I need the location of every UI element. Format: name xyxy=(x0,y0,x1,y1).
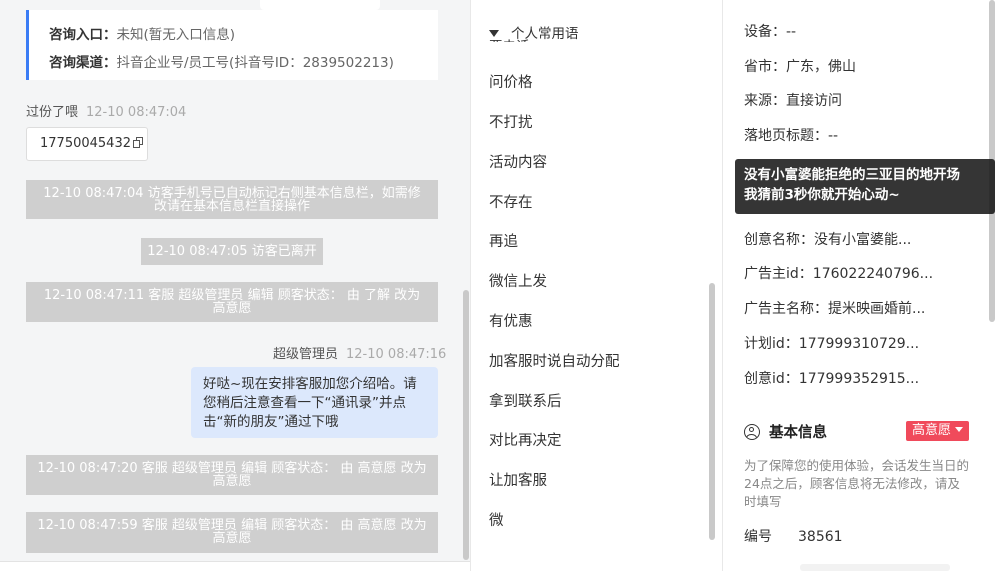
phrase-item[interactable]: 加客服时说自动分配 xyxy=(489,350,620,371)
phrase-item[interactable]: 让加客服 xyxy=(489,469,547,490)
customer-info-panel: 设备：-- 省市：广东，佛山 来源：直接访问 落地页标题：-- 创意名称：没有小… xyxy=(722,0,996,571)
number-value: 38561 xyxy=(798,529,843,545)
source-label: 来源： xyxy=(744,93,786,109)
system-message: 12-10 08:47:59 客服 超级管理员 编辑 顾客状态： 由 高意愿 改… xyxy=(26,512,438,553)
source-row: 来源：直接访问 xyxy=(744,90,842,110)
source-value: 直接访问 xyxy=(786,93,842,109)
creative-name-label: 创意名称： xyxy=(744,232,814,248)
advertiser-name-label: 广告主名称： xyxy=(744,301,828,317)
consult-channel-row: 咨询渠道：抖音企业号/员工号(抖音号ID：2839502213) xyxy=(49,51,394,71)
advertiser-id-label: 广告主id： xyxy=(744,266,813,282)
visitor-time: 12-10 08:47:04 xyxy=(86,105,187,120)
chat-input-edge[interactable] xyxy=(0,561,470,571)
phrases-scrollbar[interactable] xyxy=(709,283,715,540)
consult-channel-label: 咨询渠道： xyxy=(49,55,117,71)
province-value: 广东，佛山 xyxy=(786,59,856,75)
creative-name-tooltip: 没有小富婆能拒绝的三亚目的地开场 我猜前3秒你就开始心动~ xyxy=(735,159,995,214)
user-circle-icon xyxy=(744,424,760,440)
caret-down-icon xyxy=(955,427,964,432)
copy-icon[interactable] xyxy=(132,137,143,148)
number-row: 编号 38561 xyxy=(744,526,843,546)
number-label: 编号 xyxy=(744,529,772,545)
phrase-item[interactable]: 问价格 xyxy=(489,71,533,92)
agent-message-bubble: 好哒~现在安排客服加您介绍哈。请您稍后注意查看一下“通讯录”并点击“新的朋友”通… xyxy=(191,367,438,438)
visitor-name: 过份了喂 xyxy=(26,105,79,120)
consult-channel-value: 抖音企业号/员工号(抖音号ID：2839502213) xyxy=(116,55,394,71)
consult-entry-value: 未知(暂无入口信息) xyxy=(116,27,236,43)
advertiser-id-row: 广告主id：176022240796... xyxy=(744,263,933,283)
device-label: 设备： xyxy=(744,24,786,40)
consult-entry-label: 咨询入口： xyxy=(49,27,117,43)
consult-info-card: 咨询入口：未知(暂无入口信息) 咨询渠道：抖音企业号/员工号(抖音号ID：283… xyxy=(26,10,438,80)
advertiser-id-value[interactable]: 176022240796... xyxy=(813,266,933,282)
tooltip-line: 没有小富婆能拒绝的三亚目的地开场 xyxy=(744,167,960,183)
phrase-item[interactable]: 不打扰 xyxy=(489,111,533,132)
phone-message[interactable]: 17750045432 xyxy=(26,127,148,161)
phrase-group-title: 个人常用语 xyxy=(511,26,579,42)
phrase-item[interactable]: 微 xyxy=(489,509,504,530)
landing-title-value: -- xyxy=(828,128,839,144)
phrase-item[interactable]: 拿到联系后 xyxy=(489,390,562,411)
creative-id-row: 创意id：177999352915... xyxy=(744,368,919,388)
phrase-group-header[interactable]: 个人常用语 xyxy=(489,22,579,42)
system-message-line: 高意愿 xyxy=(212,474,252,489)
consult-entry-row: 咨询入口：未知(暂无入口信息) xyxy=(49,23,235,43)
basic-info-title: 基本信息 xyxy=(744,421,827,442)
device-row: 设备：-- xyxy=(744,21,796,41)
agent-sender-line: 超级管理员 12-10 08:47:16 xyxy=(273,343,446,362)
system-message: 12-10 08:47:11 客服 超级管理员 编辑 顾客状态： 由 了解 改为… xyxy=(26,282,438,322)
status-badge[interactable]: 高意愿 xyxy=(906,421,970,441)
chat-panel: 咨询入口：未知(暂无入口信息) 咨询渠道：抖音企业号/员工号(抖音号ID：283… xyxy=(0,0,470,571)
tooltip-line: 我猜前3秒你就开始心动~ xyxy=(744,187,900,203)
phrases-panel: 要电话 个人常用语 问价格 不打扰 活动内容 不存在 再追 微信上发 有优惠 加… xyxy=(470,0,722,571)
bottom-input-edge[interactable] xyxy=(800,564,950,571)
system-message: 12-10 08:47:20 客服 超级管理员 编辑 顾客状态： 由 高意愿 改… xyxy=(26,455,438,495)
basic-info-title-text: 基本信息 xyxy=(769,425,827,441)
visitor-sender-line: 过份了喂 12-10 08:47:04 xyxy=(26,101,186,120)
landing-title-row: 落地页标题：-- xyxy=(744,125,838,145)
device-value: -- xyxy=(786,24,797,40)
advertiser-name-value[interactable]: 提米映画婚前... xyxy=(828,301,925,317)
plan-id-value[interactable]: 177999310729... xyxy=(799,336,919,352)
phone-number: 17750045432 xyxy=(40,136,131,151)
system-message: 12-10 08:47:05 访客已离开 xyxy=(141,238,323,265)
system-message-line: 高意愿 xyxy=(212,301,252,316)
phrase-item[interactable]: 活动内容 xyxy=(489,151,547,172)
province-row: 省市：广东，佛山 xyxy=(744,56,856,76)
creative-name-row[interactable]: 创意名称：没有小富婆能... xyxy=(744,229,911,249)
agent-name: 超级管理员 xyxy=(273,347,339,362)
landing-title-label: 落地页标题： xyxy=(744,128,828,144)
system-message: 12-10 08:47:04 访客手机号已自动标记右侧基本信息栏，如需修 改请在… xyxy=(26,180,438,219)
status-badge-label: 高意愿 xyxy=(912,423,952,438)
caret-down-icon xyxy=(489,30,499,37)
creative-name-value[interactable]: 没有小富婆能... xyxy=(814,232,911,248)
popup-edge xyxy=(260,0,380,10)
phrase-item[interactable]: 不存在 xyxy=(489,191,533,212)
system-message-line: 改请在基本信息栏直接操作 xyxy=(153,199,310,214)
system-message-line: 高意愿 xyxy=(212,531,252,546)
plan-id-row: 计划id：177999310729... xyxy=(744,333,919,353)
creative-id-label: 创意id： xyxy=(744,371,799,387)
phrase-item[interactable]: 再追 xyxy=(489,230,518,251)
system-message-line: 12-10 08:47:05 访客已离开 xyxy=(147,244,317,259)
edit-notice: 为了保障您的使用体验，会话发生当日的24点之后，顾客信息将无法修改，请及时填写 xyxy=(744,458,970,509)
chat-scrollbar[interactable] xyxy=(463,290,469,560)
province-label: 省市： xyxy=(744,59,786,75)
phrase-item[interactable]: 有优惠 xyxy=(489,310,533,331)
agent-time: 12-10 08:47:16 xyxy=(346,347,447,362)
phrase-item[interactable]: 微信上发 xyxy=(489,270,547,291)
advertiser-name-row: 广告主名称：提米映画婚前... xyxy=(744,298,925,318)
plan-id-label: 计划id： xyxy=(744,336,799,352)
creative-id-value[interactable]: 177999352915... xyxy=(799,371,919,387)
phrase-item[interactable]: 对比再决定 xyxy=(489,429,562,450)
